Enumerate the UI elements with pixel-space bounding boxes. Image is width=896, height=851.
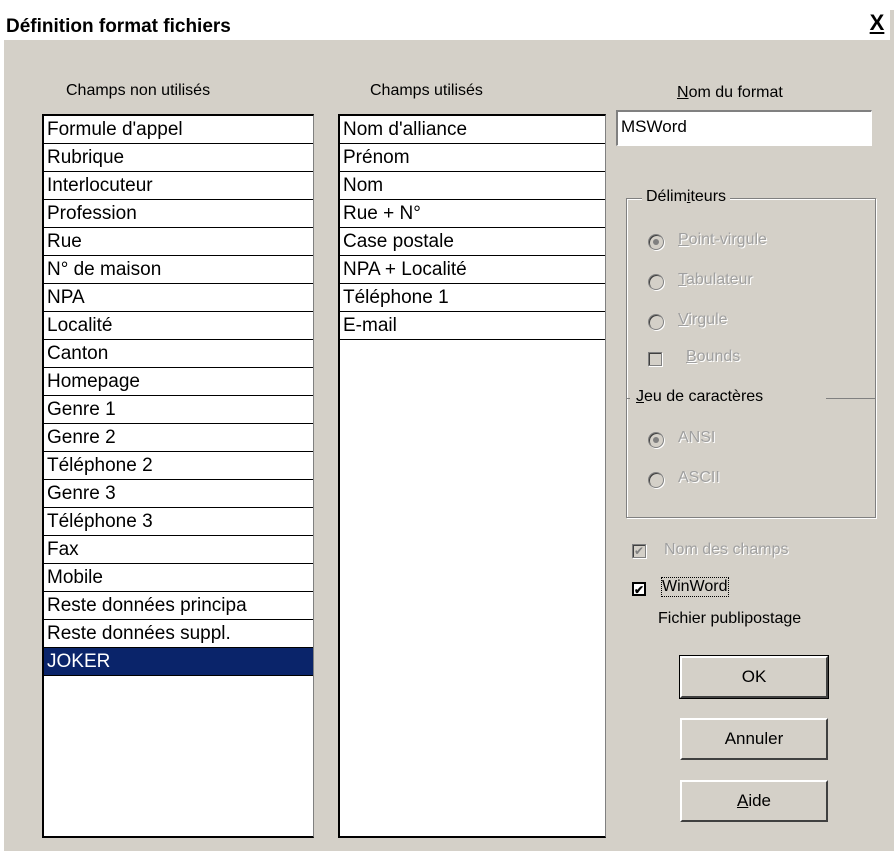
close-button[interactable]: X [866,12,888,34]
list-item[interactable]: Homepage [44,368,313,396]
used-fields-list[interactable]: Nom d'alliance Prénom Nom Rue + N° Case post… [338,114,606,838]
list-item[interactable]: Profession [44,200,313,228]
list-item[interactable]: NPA [44,284,313,312]
used-fields-label: Champs utilisés [370,82,483,99]
list-item[interactable]: NPA + Localité [340,256,605,284]
dialog-title: Définition format fichiers [6,16,231,37]
ok-button[interactable]: OK [679,655,829,699]
list-item[interactable]: JOKER [44,648,313,676]
list-item[interactable]: Formule d'appel [44,116,313,144]
list-item[interactable]: Genre 2 [44,424,313,452]
list-item[interactable]: Rubrique [44,144,313,172]
format-name-label: Nom du format [677,84,783,101]
list-item[interactable]: Localité [44,312,313,340]
list-item[interactable]: Fax [44,536,313,564]
option-ascii: ASCII [678,469,720,486]
option-tabulateur: Tabulateur [678,271,753,288]
field-names-label: Nom des champs [664,541,789,558]
list-item[interactable]: Reste données principa [44,592,313,620]
charset-separator-right [826,398,876,399]
winword-checkbox[interactable]: ✔ [632,582,646,596]
list-item[interactable]: Canton [44,340,313,368]
winword-sublabel: Fichier publipostage [658,610,802,627]
field-names-checkbox[interactable]: ✔ [632,544,646,558]
list-item[interactable]: Mobile [44,564,313,592]
list-item[interactable]: Case postale [340,228,605,256]
bounds-checkbox[interactable] [648,352,662,366]
unused-fields-list[interactable]: Formule d'appel Rubrique Interlocuteur Prof… [42,114,314,838]
unused-fields-label: Champs non utilisés [66,82,211,99]
list-item[interactable]: Téléphone 3 [44,508,313,536]
list-item[interactable]: Prénom [340,144,605,172]
winword-label: WinWord [661,577,729,597]
option-ansi: ANSI [678,429,716,446]
list-item[interactable]: Téléphone 2 [44,452,313,480]
list-item[interactable]: N° de maison [44,256,313,284]
radio-tabulateur[interactable] [648,274,664,290]
title-bar: Définition format fichiers X [0,0,890,40]
help-button[interactable]: Aide [680,780,828,822]
option-bounds: Bounds [686,348,741,365]
list-item[interactable]: Nom d'alliance [340,116,605,144]
cancel-button[interactable]: Annuler [680,718,828,760]
radio-virgule[interactable] [648,314,664,330]
radio-ascii[interactable] [648,472,664,488]
close-icon: X [869,10,885,35]
charset-separator-left [626,398,630,399]
option-virgule: Virgule [678,311,728,328]
format-name-input[interactable]: MSWord [616,110,872,146]
list-item[interactable]: Genre 3 [44,480,313,508]
radio-ansi[interactable] [648,432,664,448]
radio-point-virgule[interactable] [648,234,664,250]
list-item[interactable]: E-mail [340,312,605,340]
option-point-virgule: Point-virgule [678,231,767,248]
delimiters-label: Délimiteurs [642,188,731,206]
list-item[interactable]: Nom [340,172,605,200]
charset-label: Jeu de caractères [632,388,768,406]
list-item[interactable]: Genre 1 [44,396,313,424]
list-item[interactable]: Interlocuteur [44,172,313,200]
list-item[interactable]: Reste données suppl. [44,620,313,648]
list-item[interactable]: Rue [44,228,313,256]
list-item[interactable]: Rue + N° [340,200,605,228]
list-item[interactable]: Téléphone 1 [340,284,605,312]
